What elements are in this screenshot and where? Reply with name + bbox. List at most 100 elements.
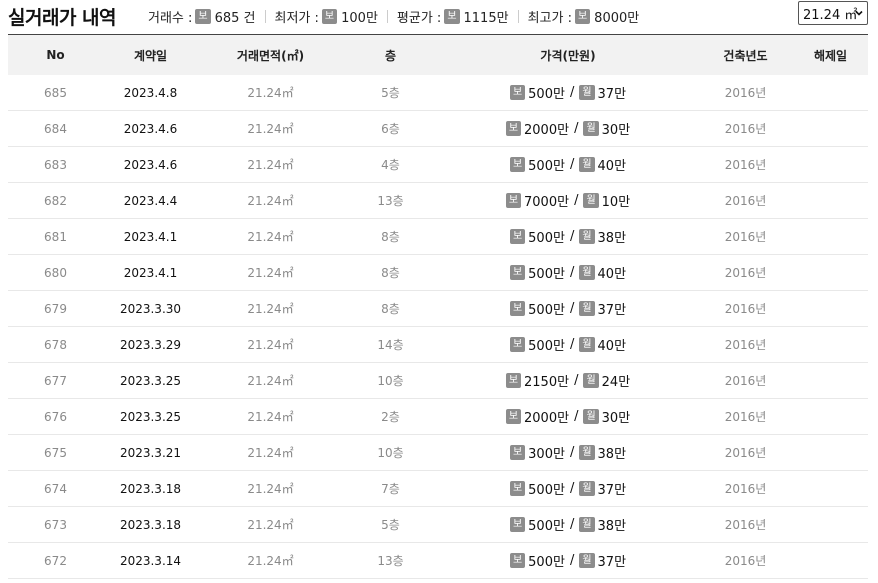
table-row: 673 2023.3.18 21.24㎡ 5층 보 500만 / 월 38만 2016년 <box>8 507 868 543</box>
deposit-badge: 보 <box>505 409 522 424</box>
row-no: 673 <box>44 517 67 532</box>
monthly-amount: 40만 <box>597 339 627 354</box>
monthly-badge: 월 <box>583 121 599 136</box>
monthly-amount: 37만 <box>597 303 627 318</box>
deposit-badge: 보 <box>505 373 522 388</box>
price-separator: / <box>569 229 575 244</box>
divider <box>517 10 519 23</box>
row-no: 678 <box>44 337 67 352</box>
deposit-badge: 보 <box>444 9 460 24</box>
price-separator: / <box>569 265 575 280</box>
stat-value: 685 건 <box>214 11 256 26</box>
row-price: 보 500만 / 월 40만 <box>438 155 698 174</box>
price-value: 보 7000만 / 월 10만 <box>505 191 631 210</box>
price-value: 보 500만 / 월 37만 <box>509 83 627 102</box>
monthly-badge: 월 <box>579 157 595 172</box>
price-separator: / <box>569 445 575 460</box>
monthly-amount: 40만 <box>597 267 627 282</box>
row-floor: 2층 <box>381 410 400 424</box>
row-area: 21.24㎡ <box>247 338 294 352</box>
stat-label: 평균가 : <box>396 11 442 26</box>
monthly-badge: 월 <box>579 445 595 460</box>
monthly-amount: 37만 <box>597 555 627 570</box>
stat-value: 1115만 <box>463 11 509 26</box>
deposit-badge: 보 <box>509 481 526 496</box>
row-price: 보 2150만 / 월 24만 <box>438 371 698 390</box>
row-area: 21.24㎡ <box>247 230 294 244</box>
row-year: 2016년 <box>724 446 767 460</box>
monthly-badge: 월 <box>579 553 595 568</box>
deposit-badge: 보 <box>509 157 526 172</box>
table-row: 685 2023.4.8 21.24㎡ 5층 보 500만 / 월 37만 2016년 <box>8 75 868 111</box>
row-no: 682 <box>44 193 67 208</box>
row-year: 2016년 <box>724 482 767 496</box>
row-area: 21.24㎡ <box>247 302 294 316</box>
deposit-badge: 보 <box>321 9 338 24</box>
monthly-badge: 월 <box>579 517 595 532</box>
stat-value: 100만 <box>341 11 378 26</box>
summary-stats: 거래수 : 보 685 건 최저가 : 보 100만 평균가 : 보 1115만… <box>148 7 639 26</box>
row-date: 2023.3.21 <box>119 445 182 460</box>
row-price: 보 500만 / 월 40만 <box>438 263 698 282</box>
row-price: 보 500만 / 월 37만 <box>438 551 698 570</box>
monthly-amount: 37만 <box>597 87 627 102</box>
deposit-badge: 보 <box>509 553 526 568</box>
price-value: 보 500만 / 월 40만 <box>509 263 627 282</box>
row-no: 672 <box>44 553 67 568</box>
price-separator: / <box>569 517 575 532</box>
table-header: No 계약일 거래면적(㎡) 층 가격(만원) 건축년도 해제일 <box>8 35 868 75</box>
monthly-amount: 38만 <box>597 447 627 462</box>
row-date: 2023.3.14 <box>119 553 182 568</box>
row-area: 21.24㎡ <box>247 158 294 172</box>
stat-avg: 평균가 : 보 1115만 <box>397 7 509 26</box>
price-value: 보 500만 / 월 40만 <box>509 335 627 354</box>
row-date: 2023.4.6 <box>123 157 178 172</box>
price-separator: / <box>569 157 575 172</box>
row-area: 21.24㎡ <box>247 446 294 460</box>
monthly-amount: 10만 <box>601 195 631 210</box>
monthly-amount: 38만 <box>597 519 627 534</box>
row-price: 보 500만 / 월 37만 <box>438 479 698 498</box>
row-year: 2016년 <box>724 194 767 208</box>
deposit-badge: 보 <box>505 193 522 208</box>
table-row: 683 2023.4.6 21.24㎡ 4층 보 500만 / 월 40만 2016년 <box>8 147 868 183</box>
col-header-date: 계약일 <box>133 48 168 63</box>
row-floor: 13층 <box>377 194 404 208</box>
deposit-badge: 보 <box>509 265 526 280</box>
monthly-amount: 38만 <box>597 231 627 246</box>
deposit-badge: 보 <box>509 337 526 352</box>
deposit-amount: 500만 <box>528 159 565 174</box>
monthly-amount: 30만 <box>601 123 631 138</box>
col-header-year: 건축년도 <box>723 48 768 63</box>
row-date: 2023.3.25 <box>119 373 182 388</box>
row-floor: 8층 <box>381 302 400 316</box>
divider <box>386 10 388 23</box>
row-price: 보 500만 / 월 38만 <box>438 227 698 246</box>
area-select[interactable]: 21.24 ㎡ <box>798 1 868 25</box>
col-header-cancel: 해제일 <box>813 48 848 63</box>
row-area: 21.24㎡ <box>247 482 294 496</box>
price-separator: / <box>574 193 579 208</box>
row-price: 보 2000만 / 월 30만 <box>438 407 698 426</box>
deposit-badge: 보 <box>509 85 526 100</box>
table-row: 678 2023.3.29 21.24㎡ 14층 보 500만 / 월 40만 2016년 <box>8 327 868 363</box>
monthly-badge: 월 <box>579 337 595 352</box>
area-select-value: 21.24 ㎡ <box>803 7 858 23</box>
deposit-badge: 보 <box>509 517 526 532</box>
row-floor: 13층 <box>377 554 404 568</box>
col-header-no: No <box>46 48 65 62</box>
row-price: 보 300만 / 월 38만 <box>438 443 698 462</box>
table-body: 685 2023.4.8 21.24㎡ 5층 보 500만 / 월 37만 2016년 684 202… <box>8 75 868 579</box>
row-date: 2023.3.18 <box>119 481 182 496</box>
row-no: 681 <box>44 229 67 244</box>
stat-min: 최저가 : 보 100만 <box>275 7 378 26</box>
row-date: 2023.4.8 <box>123 85 178 100</box>
col-header-price: 가격(만원) <box>540 48 596 63</box>
deposit-badge: 보 <box>509 445 526 460</box>
row-no: 684 <box>44 121 67 136</box>
price-separator: / <box>569 481 575 496</box>
monthly-amount: 24만 <box>601 375 631 390</box>
page-title: 실거래가 내역 <box>8 7 117 29</box>
stat-count: 거래수 : 보 685 건 <box>148 7 256 26</box>
row-year: 2016년 <box>724 554 767 568</box>
